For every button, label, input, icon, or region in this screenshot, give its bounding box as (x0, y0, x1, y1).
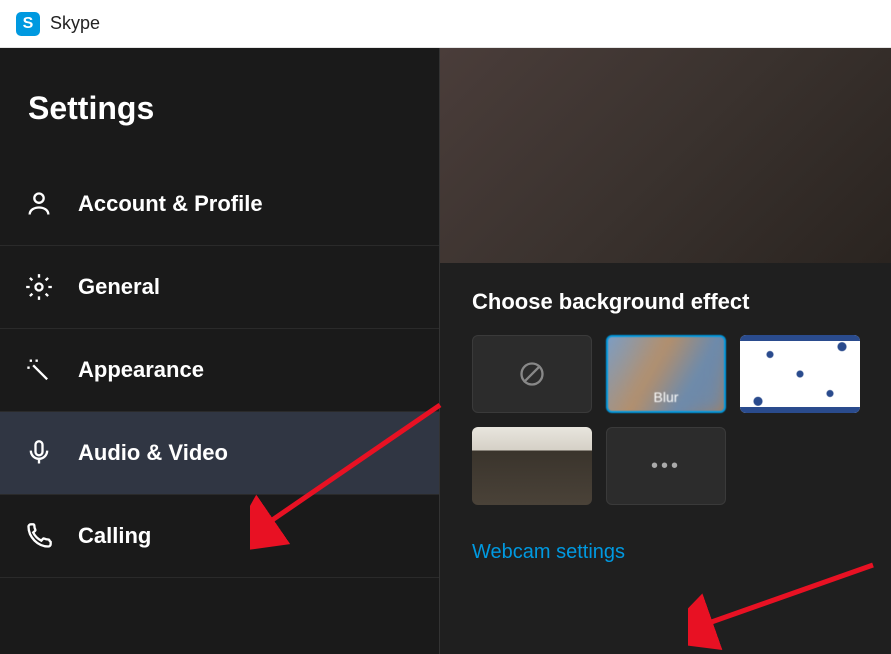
none-icon (518, 360, 546, 388)
microphone-icon (22, 436, 56, 470)
video-preview (440, 48, 891, 263)
phone-icon (22, 519, 56, 553)
gear-icon (22, 270, 56, 304)
sidebar-item-label: Calling (78, 523, 151, 549)
webcam-settings-link[interactable]: Webcam settings (472, 541, 625, 564)
effect-room-1[interactable] (472, 427, 592, 505)
sidebar-item-calling[interactable]: Calling (0, 495, 439, 578)
sidebar-item-label: Audio & Video (78, 440, 228, 466)
skype-logo-icon: S (16, 12, 40, 36)
effect-pattern-1[interactable] (740, 335, 860, 413)
settings-main-panel: Choose background effect Blur ••• Webcam… (440, 48, 891, 654)
sidebar-item-general[interactable]: General (0, 246, 439, 329)
more-icon: ••• (651, 455, 681, 478)
person-icon (22, 187, 56, 221)
sidebar-item-label: General (78, 274, 160, 300)
background-effects-grid: Blur ••• (440, 335, 891, 505)
sidebar-item-appearance[interactable]: Appearance (0, 329, 439, 412)
settings-header: Settings (0, 48, 439, 163)
sidebar-item-audio-video[interactable]: Audio & Video (0, 412, 439, 495)
app-title: Skype (50, 13, 100, 34)
sidebar-item-label: Account & Profile (78, 191, 263, 217)
settings-content: Settings Account & Profile General (0, 48, 891, 654)
section-title: Choose background effect (440, 263, 891, 335)
sidebar-item-account-profile[interactable]: Account & Profile (0, 163, 439, 246)
wand-icon (22, 353, 56, 387)
effect-label: Blur (654, 389, 679, 405)
titlebar: S Skype (0, 0, 891, 48)
effect-more[interactable]: ••• (606, 427, 726, 505)
sidebar-item-label: Appearance (78, 357, 204, 383)
settings-sidebar: Settings Account & Profile General (0, 48, 440, 654)
effect-none[interactable] (472, 335, 592, 413)
effect-blur[interactable]: Blur (606, 335, 726, 413)
